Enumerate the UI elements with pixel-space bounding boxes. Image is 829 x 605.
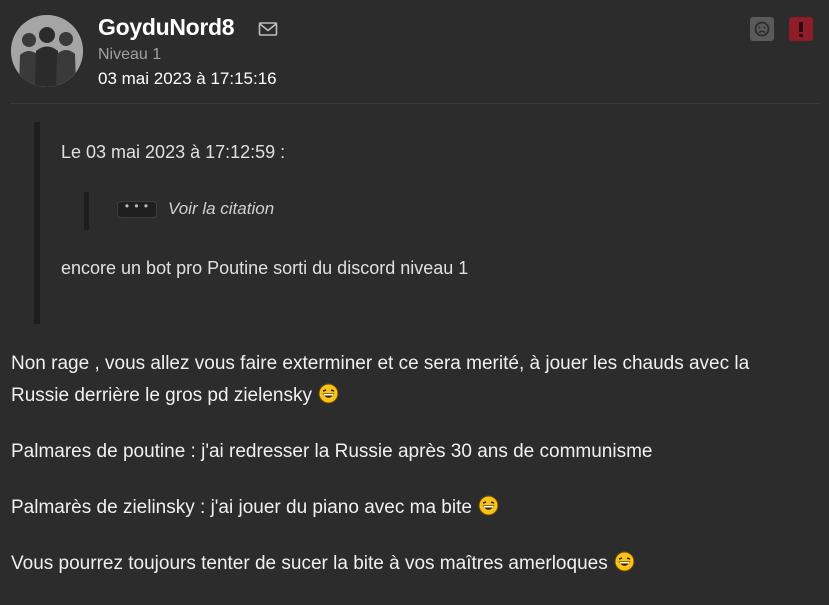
quote-text: encore un bot pro Poutine sorti du disco… <box>61 258 469 278</box>
header-divider <box>10 103 819 104</box>
paragraph-text: Palmares de poutine : j'ai redresser la … <box>11 441 653 462</box>
paragraph: Palmares de poutine : j'ai redresser la … <box>11 436 811 468</box>
see-quote-link[interactable]: Voir la citation <box>168 199 274 219</box>
avatar[interactable] <box>11 15 83 87</box>
laughing-smiley-icon <box>478 495 499 516</box>
paragraph: Vous pourrez toujours tenter de sucer la… <box>11 548 811 580</box>
expand-quote-button[interactable]: • • • <box>117 200 157 218</box>
paragraph-text: Non rage , vous allez vous faire extermi… <box>11 353 750 406</box>
nested-quote: • • • Voir la citation <box>84 192 274 230</box>
laughing-smiley-icon <box>318 383 339 404</box>
avatar-image <box>11 15 83 87</box>
paragraph: Palmarès de zielinsky : j'ai jouer du pi… <box>11 492 811 524</box>
quote-header: Le 03 mai 2023 à 17:12:59 : <box>61 142 286 162</box>
sad-face-button[interactable] <box>750 17 774 41</box>
paragraph-text: Palmarès de zielinsky : j'ai jouer du pi… <box>11 497 472 518</box>
sad-face-icon <box>754 21 770 37</box>
laughing-smiley-icon <box>614 551 635 572</box>
exclamation-icon <box>799 22 803 37</box>
mail-icon[interactable] <box>258 21 278 37</box>
user-level: Niveau 1 <box>98 46 162 63</box>
paragraph-text: Vous pourrez toujours tenter de sucer la… <box>11 553 608 574</box>
post-datetime[interactable]: 03 mai 2023 à 17:15:16 <box>98 69 277 89</box>
post-body: Non rage , vous allez vous faire extermi… <box>11 348 811 580</box>
report-button[interactable] <box>789 17 813 41</box>
quote-block: Le 03 mai 2023 à 17:12:59 : • • • Voir l… <box>34 122 600 324</box>
paragraph: Non rage , vous allez vous faire extermi… <box>11 348 811 412</box>
username[interactable]: GoyduNord8 <box>98 14 235 41</box>
